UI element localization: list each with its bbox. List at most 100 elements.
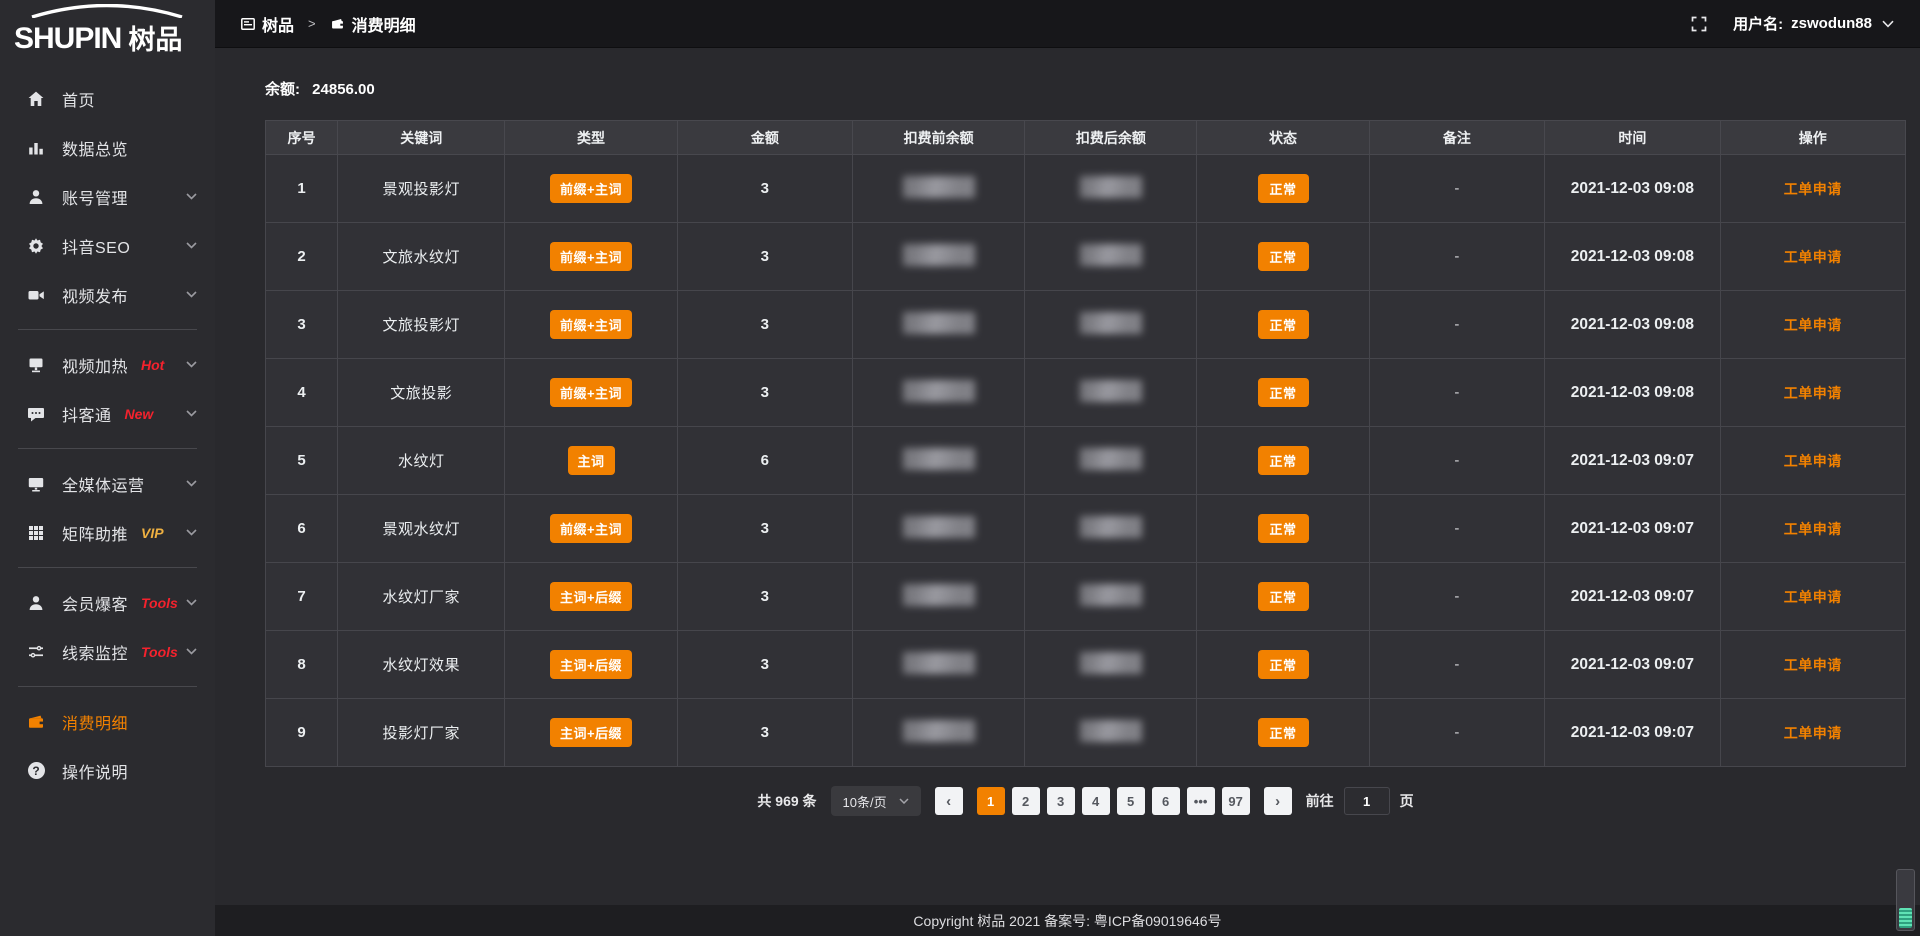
sidebar-divider [18,567,197,568]
blurred-value [903,516,975,538]
cell-remark: - [1369,291,1544,359]
cell-keyword: 水纹灯效果 [338,631,505,699]
work-order-link[interactable]: 工单申请 [1784,249,1842,265]
work-order-link[interactable]: 工单申请 [1784,453,1842,469]
cell-amount: 3 [677,359,852,427]
status-badge: 正常 [1258,310,1309,339]
next-page-button[interactable]: › [1264,787,1292,815]
cell-type: 主词+后缀 [505,699,677,767]
breadcrumb-home[interactable]: 树品 [262,12,294,36]
page-button[interactable]: 6 [1152,787,1180,815]
cell-index: 2 [266,223,338,291]
type-badge: 主词 [568,446,615,475]
work-order-link[interactable]: 工单申请 [1784,521,1842,537]
cell-action: 工单申请 [1720,155,1905,223]
sidebar-item-label: 账号管理 [62,185,128,209]
sidebar-item-doketong[interactable]: 抖客通 New [0,389,215,438]
sidebar-item-douyin-seo[interactable]: 抖音SEO [0,221,215,270]
cell-remark: - [1369,631,1544,699]
work-order-link[interactable]: 工单申请 [1784,317,1842,333]
sidebar-item-data-overview[interactable]: 数据总览 [0,123,215,172]
page-button[interactable]: 2 [1012,787,1040,815]
table-header-cell: 操作 [1720,121,1905,155]
username-value[interactable]: zswodun88 [1791,15,1872,32]
cell-post-balance [1025,359,1197,427]
sidebar-item-member-burst[interactable]: 会员爆客 Tools [0,578,215,627]
table-header-cell: 序号 [266,121,338,155]
cell-post-balance [1025,699,1197,767]
sidebar-divider [18,686,197,687]
cell-type: 主词+后缀 [505,631,677,699]
sidebar-item-all-media[interactable]: 全媒体运营 [0,459,215,508]
sidebar-item-consumption-detail[interactable]: 消费明细 [0,697,215,746]
sidebar-item-video-publish[interactable]: 视频发布 [0,270,215,319]
page-button[interactable]: 3 [1047,787,1075,815]
cell-status: 正常 [1197,427,1369,495]
blurred-value [903,380,975,402]
sidebar-item-matrix-boost[interactable]: 矩阵助推 VIP [0,508,215,557]
balance-label: 余额: [265,81,300,98]
tools-badge: Tools [141,595,178,611]
user-icon [26,188,46,206]
chevron-down-icon [186,242,197,249]
wallet-icon [330,17,345,31]
work-order-link[interactable]: 工单申请 [1784,589,1842,605]
username-label: 用户名: [1733,13,1783,34]
cell-status: 正常 [1197,495,1369,563]
prev-page-button[interactable]: ‹ [935,787,963,815]
cell-remark: - [1369,563,1544,631]
home-icon [26,90,46,108]
sidebar-item-account-mgmt[interactable]: 账号管理 [0,172,215,221]
page-size-select[interactable]: 10条/页 [831,786,921,816]
sidebar-item-instructions[interactable]: ? 操作说明 [0,746,215,795]
blurred-value [1080,380,1142,402]
scrollbar-thumb[interactable] [1899,908,1912,928]
blurred-value [903,448,975,470]
cell-action: 工单申请 [1720,427,1905,495]
goto-page-input[interactable]: 1 [1344,787,1390,815]
table-row: 2 文旅水纹灯 前缀+主词 3 正常 - 2021-12-03 09:08 工单… [266,223,1906,291]
status-badge: 正常 [1258,446,1309,475]
blurred-value [1080,176,1142,198]
page-button[interactable]: ••• [1187,787,1215,815]
sidebar-item-video-heat[interactable]: 视频加热 Hot [0,340,215,389]
table-row: 1 景观投影灯 前缀+主词 3 正常 - 2021-12-03 09:08 工单… [266,155,1906,223]
sidebar-item-home[interactable]: 首页 [0,74,215,123]
cell-amount: 3 [677,155,852,223]
cell-index: 5 [266,427,338,495]
cell-pre-balance [853,291,1025,359]
work-order-link[interactable]: 工单申请 [1784,657,1842,673]
cell-index: 1 [266,155,338,223]
page-button[interactable]: 5 [1117,787,1145,815]
cell-type: 主词+后缀 [505,563,677,631]
page-button[interactable]: 97 [1222,787,1250,815]
work-order-link[interactable]: 工单申请 [1784,181,1842,197]
page-button[interactable]: 1 [977,787,1005,815]
cell-amount: 3 [677,223,852,291]
page-button[interactable]: 4 [1082,787,1110,815]
table-header-cell: 状态 [1197,121,1369,155]
cell-keyword: 景观水纹灯 [338,495,505,563]
work-order-link[interactable]: 工单申请 [1784,725,1842,741]
table-row: 6 景观水纹灯 前缀+主词 3 正常 - 2021-12-03 09:07 工单… [266,495,1906,563]
breadcrumb-separator: > [308,16,316,31]
chevron-down-icon[interactable] [1882,20,1894,28]
balance-value: 24856.00 [312,81,375,98]
status-badge: 正常 [1258,582,1309,611]
cell-amount: 3 [677,291,852,359]
cell-remark: - [1369,359,1544,427]
type-badge: 主词+后缀 [550,582,632,611]
blurred-value [1080,448,1142,470]
cell-keyword: 投影灯厂家 [338,699,505,767]
cell-status: 正常 [1197,155,1369,223]
page-buttons: 123456•••97 [977,787,1250,815]
sidebar-item-label: 首页 [62,87,95,111]
work-order-link[interactable]: 工单申请 [1784,385,1842,401]
table-row: 3 文旅投影灯 前缀+主词 3 正常 - 2021-12-03 09:08 工单… [266,291,1906,359]
scrollbar-track[interactable] [1896,869,1915,931]
sidebar-item-lead-monitor[interactable]: 线索监控 Tools [0,627,215,676]
pagination: 共 969 条 10条/页 ‹ 123456•••97 › 前往 1 页 [265,786,1906,816]
fullscreen-icon[interactable] [1691,16,1707,32]
cell-amount: 3 [677,699,852,767]
cell-time: 2021-12-03 09:07 [1545,699,1720,767]
